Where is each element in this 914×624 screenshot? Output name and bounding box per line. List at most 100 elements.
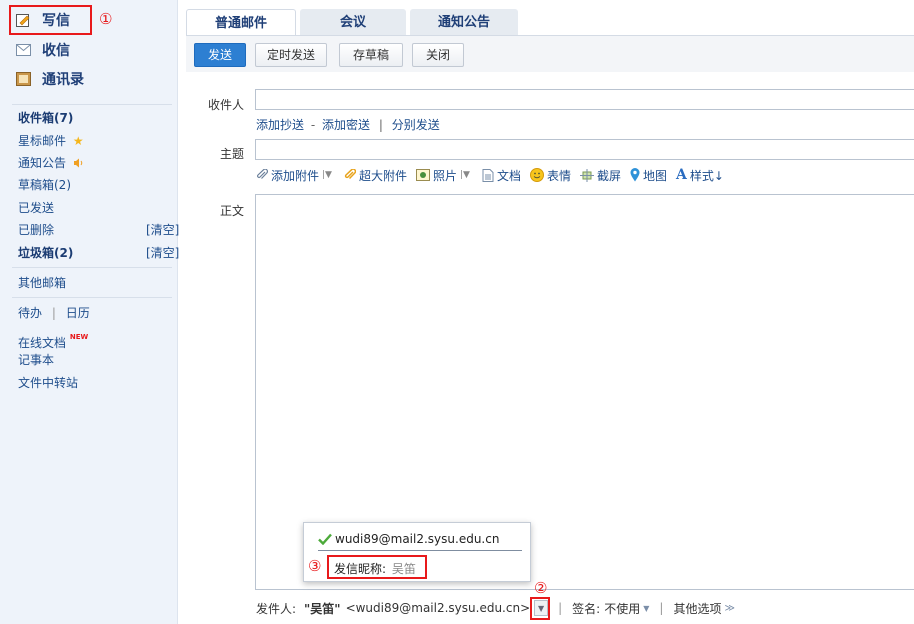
separator: - <box>310 118 316 132</box>
map-button[interactable]: 地图 <box>630 167 667 184</box>
screenshot-icon <box>580 168 595 182</box>
inbox-button[interactable]: 收信 <box>16 37 70 63</box>
todo-link[interactable]: 待办 <box>18 306 42 320</box>
separator: | <box>378 118 383 132</box>
add-cc-link[interactable]: 添加抄送 <box>256 118 304 132</box>
separator: | <box>558 601 563 615</box>
close-button[interactable]: 关闭 <box>412 43 464 67</box>
clear-spam-link[interactable]: [清空] <box>146 242 179 264</box>
paperclip-icon <box>256 169 268 181</box>
folder-spam[interactable]: 垃圾箱(2) <box>18 242 73 264</box>
todo-calendar-row: 待办 | 日历 <box>18 302 90 324</box>
star-icon: ★ <box>72 134 84 148</box>
subject-label: 主题 <box>220 147 245 161</box>
scheduled-send-button[interactable]: 定时发送 <box>255 43 327 67</box>
sidebar-divider <box>12 104 172 105</box>
inbox-icon <box>16 44 31 57</box>
sender-name: "吴笛" <box>304 601 341 616</box>
other-options-link[interactable]: 其他选项 <box>673 600 721 617</box>
new-badge: NEW <box>69 333 89 341</box>
separator: | <box>659 601 664 615</box>
folder-notices-label: 通知公告 <box>18 156 67 170</box>
signature-label: 签名: <box>572 601 601 616</box>
tab-notice[interactable]: 通知公告 <box>410 9 519 36</box>
large-paperclip-icon <box>344 169 356 181</box>
annotation-box-1 <box>9 5 92 35</box>
inbox-label: 收信 <box>42 43 70 59</box>
clear-deleted-link[interactable]: [清空] <box>146 219 179 241</box>
subject-input[interactable] <box>255 139 914 160</box>
smiley-icon <box>530 168 544 182</box>
attachment-button[interactable]: 添加附件 |▼ <box>256 167 335 184</box>
map-label: 地图 <box>643 168 668 183</box>
photo-icon <box>416 169 430 181</box>
folder-drafts[interactable]: 草稿箱(2) <box>18 174 71 196</box>
speaker-icon <box>73 153 84 175</box>
tab-meeting[interactable]: 会议 <box>300 9 407 36</box>
file-transfer-link[interactable]: 文件中转站 <box>18 372 78 394</box>
folder-inbox[interactable]: 收件箱(7) <box>18 107 73 129</box>
style-label: 样式↓ <box>689 168 724 183</box>
folder-notices[interactable]: 通知公告 <box>18 152 84 174</box>
compose-toolbar: 发送 定时发送 存草稿 关闭 <box>186 35 914 72</box>
style-button[interactable]: A 样式↓ <box>676 167 724 184</box>
chevron-down-icon[interactable]: ▼ <box>643 604 649 613</box>
map-pin-icon <box>630 168 640 182</box>
other-mailbox-link[interactable]: 其他邮箱 <box>18 272 66 294</box>
emoji-button[interactable]: 表情 <box>530 167 571 184</box>
folder-starred[interactable]: 星标邮件 ★ <box>18 130 84 152</box>
double-chevron-down-icon[interactable]: ≫ <box>724 603 734 614</box>
contacts-button[interactable]: 通讯录 <box>16 66 84 92</box>
document-icon <box>482 168 494 182</box>
sidebar-divider <box>12 297 172 298</box>
attachment-label: 添加附件 <box>271 168 320 183</box>
chevron-down-icon[interactable]: |▼ <box>322 170 332 180</box>
online-docs-label: 在线文档 <box>18 336 67 350</box>
separate-send-link[interactable]: 分别发送 <box>392 118 440 132</box>
annotation-number-2: ② <box>534 579 548 597</box>
compose-tabs: 普通邮件 会议 通知公告 <box>186 9 522 36</box>
document-button[interactable]: 文档 <box>482 167 521 184</box>
calendar-link[interactable]: 日历 <box>66 306 90 320</box>
sidebar-divider <box>12 267 172 268</box>
body-label: 正文 <box>220 204 245 218</box>
contacts-label: 通讯录 <box>42 72 84 88</box>
notepad-link[interactable]: 记事本 <box>18 349 54 371</box>
annotation-number-3: ③ <box>308 557 322 575</box>
send-button[interactable]: 发送 <box>194 43 246 67</box>
large-attachment-button[interactable]: 超大附件 <box>344 167 407 184</box>
font-style-icon: A <box>676 167 687 183</box>
save-draft-button[interactable]: 存草稿 <box>339 43 403 67</box>
screenshot-button[interactable]: 截屏 <box>580 167 621 184</box>
recipient-label: 收件人 <box>208 98 245 112</box>
folder-deleted[interactable]: 已删除 <box>18 219 54 241</box>
sender-label: 发件人: <box>256 601 297 616</box>
photo-button[interactable]: 照片 |▼ <box>416 167 473 184</box>
insert-toolbar: 添加附件 |▼ 超大附件 照片 |▼ 文档 表情 截屏 地图 A 样式↓ <box>256 166 733 184</box>
folder-sent[interactable]: 已发送 <box>18 197 54 219</box>
sender-email: <wudi89@mail2.sysu.edu.cn> <box>345 601 531 615</box>
annotation-number-1: ① <box>99 10 113 28</box>
checkmark-icon <box>318 533 332 545</box>
contacts-icon <box>16 72 31 86</box>
sender-option[interactable]: wudi89@mail2.sysu.edu.cn <box>318 532 499 546</box>
annotation-box-2 <box>530 597 550 620</box>
large-attachment-label: 超大附件 <box>358 168 407 183</box>
recipient-input[interactable] <box>255 89 914 110</box>
document-label: 文档 <box>496 168 521 183</box>
photo-label: 照片 <box>433 168 458 183</box>
popup-divider <box>318 550 522 551</box>
chevron-down-icon[interactable]: |▼ <box>460 170 470 180</box>
annotation-box-3 <box>327 555 427 579</box>
signature-value[interactable]: 不使用 <box>604 600 640 617</box>
tab-normal-mail[interactable]: 普通邮件 <box>186 9 297 36</box>
emoji-label: 表情 <box>547 168 572 183</box>
add-bcc-link[interactable]: 添加密送 <box>322 118 370 132</box>
sender-footer: 发件人: "吴笛" <wudi89@mail2.sysu.edu.cn> ▼ |… <box>256 599 735 617</box>
screenshot-label: 截屏 <box>597 168 622 183</box>
sender-option-email: wudi89@mail2.sysu.edu.cn <box>335 532 500 546</box>
recipient-options: 添加抄送 - 添加密送 | 分别发送 <box>256 116 440 133</box>
online-docs-link[interactable]: 在线文档 NEW <box>18 326 89 350</box>
separator: | <box>51 306 56 320</box>
folder-starred-label: 星标邮件 <box>18 134 67 148</box>
